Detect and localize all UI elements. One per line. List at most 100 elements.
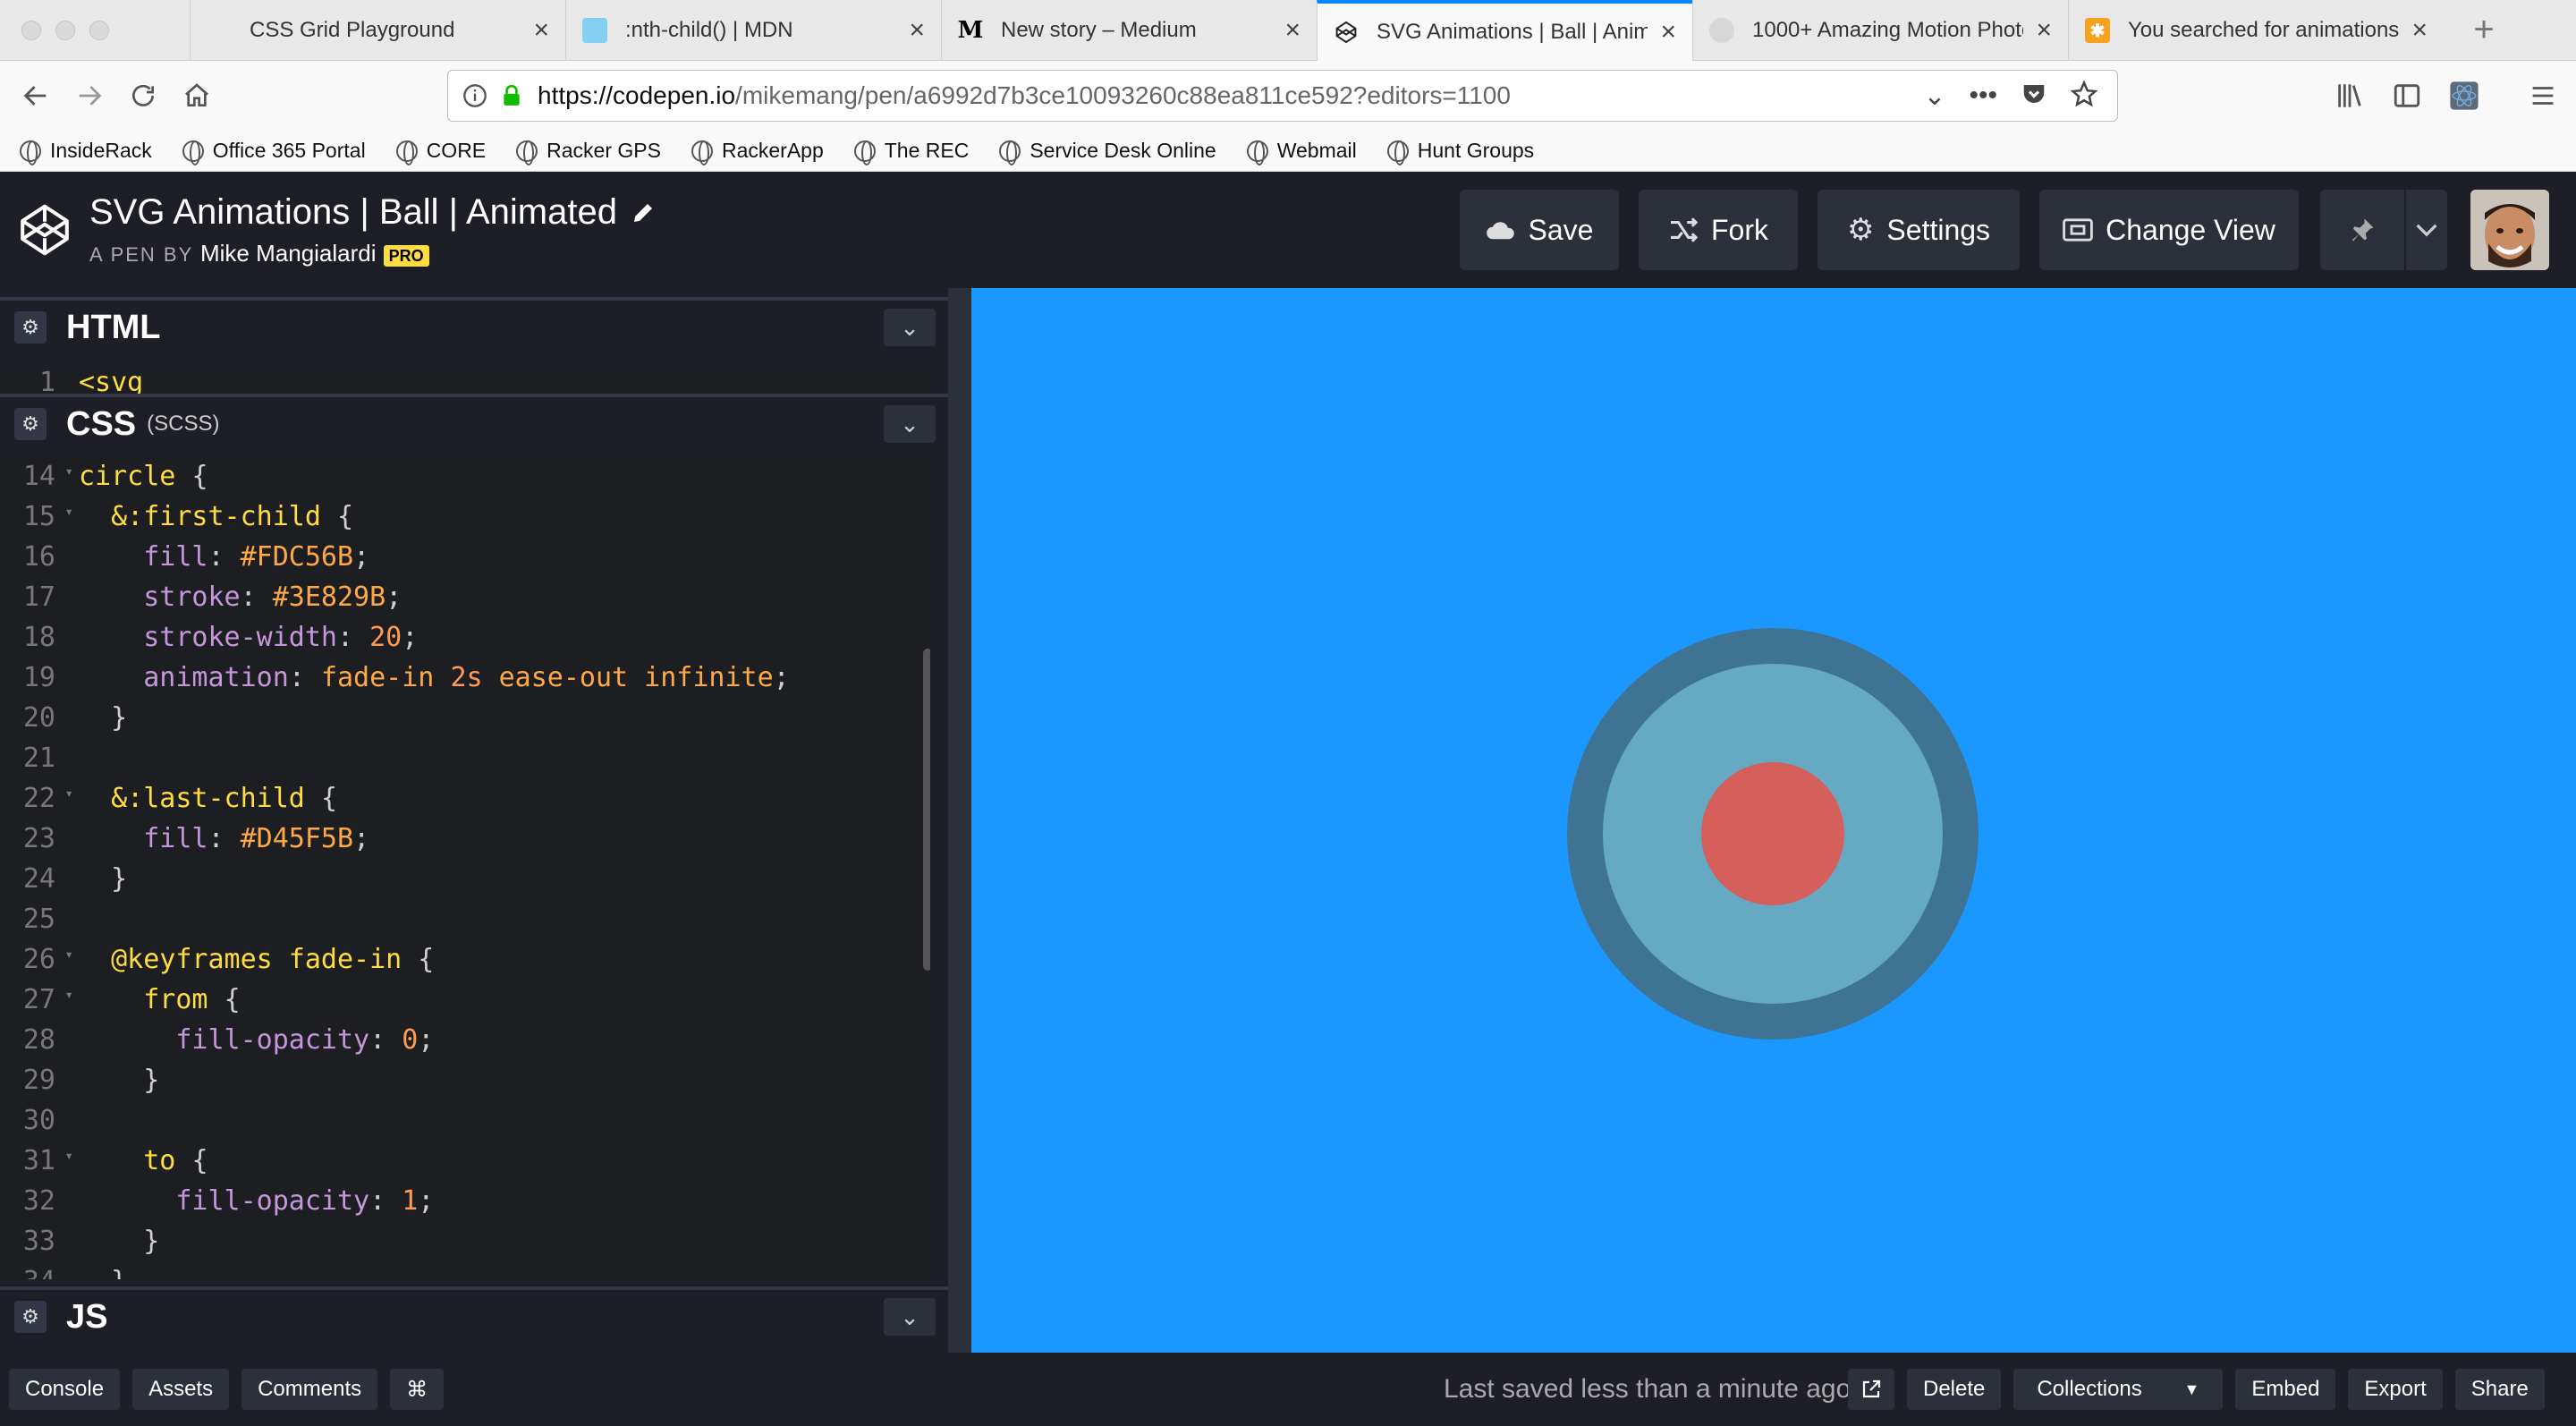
chevron-down-icon[interactable]: ⌄ (1923, 81, 1945, 112)
back-button[interactable] (9, 69, 63, 123)
react-devtools-icon[interactable] (2449, 81, 2479, 111)
user-avatar[interactable] (2470, 190, 2549, 270)
forward-button[interactable] (63, 69, 116, 123)
line-number: 26 ▾ (0, 944, 73, 975)
bookmark-item[interactable]: Hunt Groups (1386, 139, 1534, 166)
new-tab-button[interactable]: + (2444, 0, 2524, 60)
more-actions-icon[interactable]: ••• (1969, 81, 1997, 112)
css-code-area[interactable]: 14 ▾ circle {15 ▾ &:first-child {16 fill: #… (0, 456, 930, 1279)
info-icon[interactable] (462, 83, 487, 108)
navigation-toolbar: https://codepen.io/mikemang/pen/a6992d7b… (0, 61, 2576, 131)
bookmark-item[interactable]: CORE (395, 139, 486, 166)
chevron-down-icon: ⌄ (900, 1303, 919, 1330)
tab-label: CSS Grid Playground (250, 18, 455, 42)
codepen-icon (1334, 20, 1359, 45)
css-collapse-button[interactable]: ⌄ (884, 405, 936, 443)
fold-toggle-icon[interactable]: ▾ (64, 503, 73, 520)
code-text: animation: fade-in 2s ease-out infinite; (64, 662, 790, 693)
embed-button[interactable]: Embed (2235, 1369, 2336, 1410)
bookmark-item[interactable]: The REC (853, 139, 969, 166)
line-number-text: 14 (22, 461, 55, 492)
line-number: 33 (0, 1226, 64, 1257)
bookmark-item[interactable]: Office 365 Portal (182, 139, 366, 166)
open-external-button[interactable] (1848, 1369, 1894, 1410)
sidebar-toggle-icon[interactable] (2392, 81, 2422, 111)
fold-toggle-icon[interactable]: ▾ (64, 1147, 73, 1164)
change-view-button[interactable]: Change View (2039, 190, 2299, 270)
pen-title[interactable]: SVG Animations | Ball | Animated (89, 192, 617, 233)
preview-svg (1567, 628, 1979, 1040)
share-button[interactable]: Share (2454, 1369, 2545, 1410)
comments-button[interactable]: Comments (242, 1369, 378, 1410)
css-settings-button[interactable]: ⚙ (14, 408, 47, 440)
fold-toggle-icon[interactable]: ▾ (64, 986, 73, 1003)
assets-button[interactable]: Assets (132, 1369, 230, 1410)
fold-toggle-icon[interactable]: ▾ (64, 785, 73, 802)
bookmark-item[interactable]: InsideRack (20, 139, 152, 166)
js-collapse-button[interactable]: ⌄ (884, 1298, 936, 1336)
code-token: animation (79, 662, 289, 693)
bookmark-item[interactable]: Webmail (1246, 139, 1357, 166)
code-line: 31 ▾ to { (0, 1141, 930, 1181)
line-number: 29 (0, 1065, 64, 1096)
export-button[interactable]: Export (2348, 1369, 2443, 1410)
maximize-window-button[interactable] (89, 20, 109, 40)
tab-label: You searched for animations (2128, 18, 2400, 42)
bookmark-item[interactable]: RackerApp (691, 139, 824, 166)
save-button[interactable]: Save (1460, 190, 1619, 270)
browser-tab[interactable]: :nth-child() | MDN × (565, 0, 941, 61)
keyboard-shortcuts-button[interactable]: ⌘ (390, 1369, 445, 1410)
line-number-text: 33 (22, 1226, 55, 1257)
html-collapse-button[interactable]: ⌄ (884, 309, 936, 346)
author-link[interactable]: Mike Mangialardi (200, 240, 377, 267)
close-window-button[interactable] (21, 20, 41, 40)
gear-icon: ⚙ (21, 412, 39, 435)
fork-button[interactable]: Fork (1639, 190, 1798, 270)
browser-tab[interactable]: SVG Animations | Ball | Animated × (1317, 0, 1692, 61)
animated-center-circle (1701, 762, 1844, 905)
code-token: { (320, 783, 337, 814)
bookmark-star-icon[interactable] (2071, 80, 2097, 107)
fold-toggle-icon[interactable]: ▾ (64, 463, 73, 480)
browser-tab[interactable]: M New story – Medium × (941, 0, 1317, 61)
minimize-window-button[interactable] (55, 20, 75, 40)
code-line: 20 } (0, 698, 930, 738)
codepen-logo[interactable] (0, 202, 89, 258)
browser-tab[interactable]: ✱ You searched for animations × (2068, 0, 2444, 61)
pin-button[interactable] (2320, 190, 2404, 270)
delete-button[interactable]: Delete (1907, 1369, 2002, 1410)
html-code-area[interactable]: 1 <svg (0, 367, 930, 395)
edit-pencil-icon[interactable] (630, 199, 657, 226)
html-settings-button[interactable]: ⚙ (14, 311, 47, 344)
console-button[interactable]: Console (9, 1369, 121, 1410)
fold-toggle-icon[interactable]: ▾ (64, 946, 73, 963)
js-settings-button[interactable]: ⚙ (14, 1301, 47, 1333)
close-tab-icon[interactable]: × (1660, 17, 1676, 47)
library-icon[interactable] (2334, 81, 2365, 111)
css-scrollbar[interactable] (923, 649, 930, 971)
resize-divider[interactable] (948, 288, 971, 1353)
close-tab-icon[interactable]: × (2411, 15, 2428, 46)
close-tab-icon[interactable]: × (533, 15, 549, 46)
bookmark-item[interactable]: Racker GPS (516, 139, 661, 166)
close-tab-icon[interactable]: × (2036, 15, 2052, 46)
browser-tab[interactable]: CSS Grid Playground × (190, 0, 565, 61)
close-tab-icon[interactable]: × (1284, 15, 1301, 46)
settings-button[interactable]: ⚙ Settings (1818, 190, 2020, 270)
pin-dropdown-button[interactable] (2406, 190, 2447, 270)
browser-tab[interactable]: 1000+ Amazing Motion Photos × (1692, 0, 2068, 61)
code-token: } (79, 1065, 160, 1096)
collections-dropdown[interactable]: Collections ▼ (2013, 1369, 2224, 1410)
code-text: @keyframes fade-in { (64, 944, 434, 975)
reload-icon (132, 84, 154, 106)
close-tab-icon[interactable]: × (909, 15, 925, 46)
reload-button[interactable] (116, 69, 170, 123)
bookmark-label: InsideRack (50, 139, 152, 162)
bookmark-item[interactable]: Service Desk Online (999, 139, 1216, 166)
hamburger-menu-icon[interactable] (2528, 81, 2558, 111)
pocket-icon[interactable] (2021, 81, 2047, 107)
home-button[interactable] (170, 69, 224, 123)
address-bar[interactable]: https://codepen.io/mikemang/pen/a6992d7b… (447, 70, 2118, 122)
globe-icon (1386, 140, 1409, 166)
code-token: } (79, 1266, 127, 1279)
